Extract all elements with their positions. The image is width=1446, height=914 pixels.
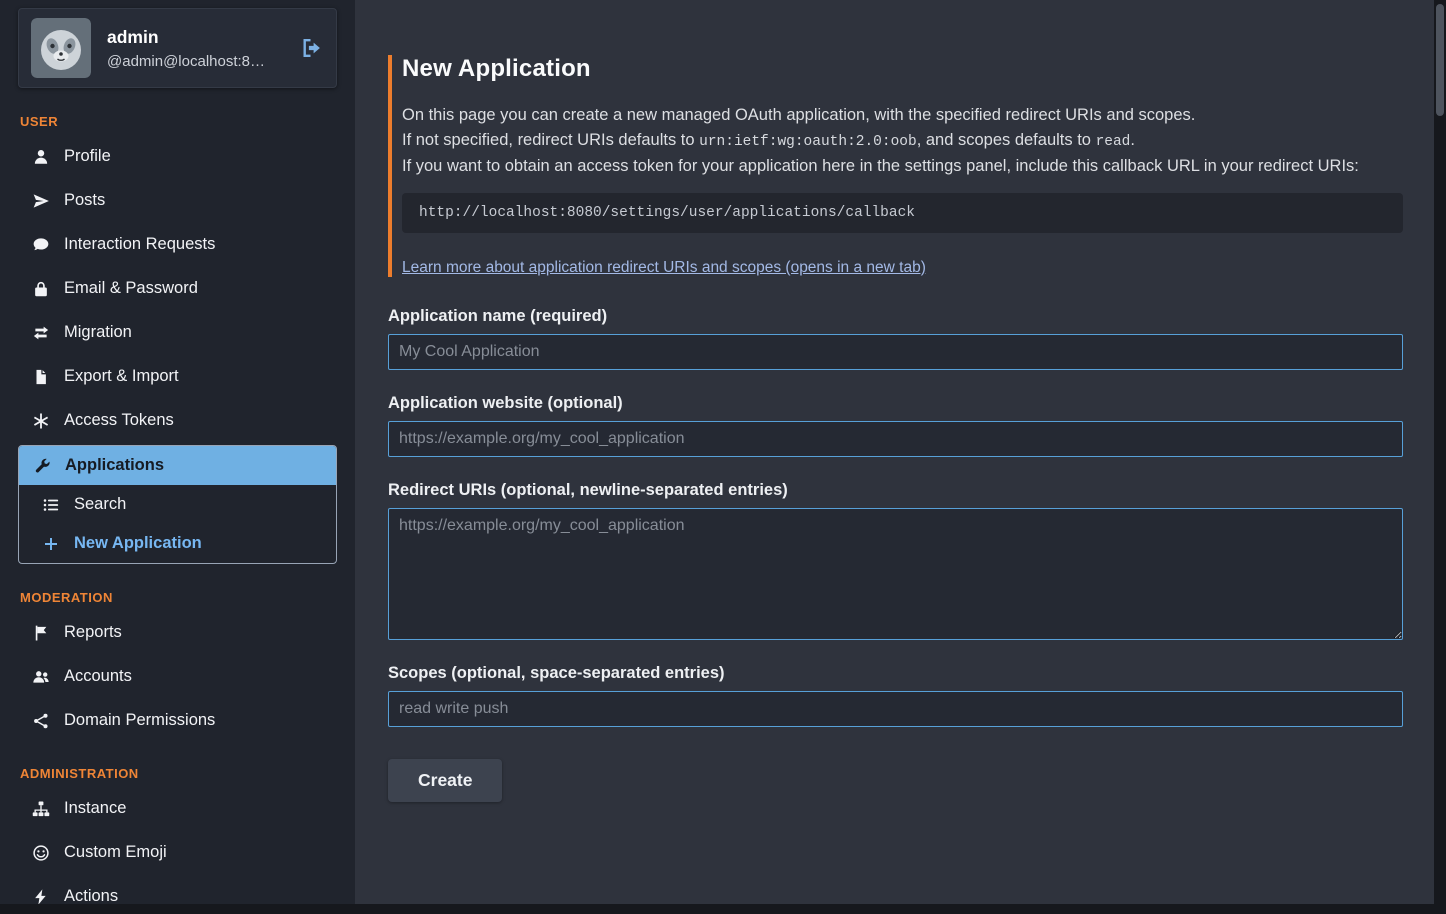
sidebar-item-label: Interaction Requests	[64, 235, 215, 254]
flag-icon	[31, 624, 51, 642]
sidebar: admin @admin@localhost:80… USER Profile …	[0, 0, 355, 914]
sidebar-item-label: Migration	[64, 323, 132, 342]
sitemap-icon	[31, 800, 51, 818]
horizontal-scrollbar-track	[0, 904, 1434, 914]
sidebar-item-migration[interactable]: Migration	[18, 313, 337, 352]
redirect-uris-textarea[interactable]	[388, 508, 1403, 640]
paper-plane-icon	[31, 192, 51, 210]
sidebar-item-export-import[interactable]: Export & Import	[18, 357, 337, 396]
intro-section: New Application On this page you can cre…	[388, 55, 1403, 277]
intro-line-3: If you want to obtain an access token fo…	[402, 154, 1403, 179]
logout-icon[interactable]	[300, 36, 324, 60]
vertical-scrollbar-thumb[interactable]	[1436, 4, 1444, 116]
users-icon	[31, 668, 51, 686]
sidebar-item-label: Instance	[64, 799, 126, 818]
create-button[interactable]: Create	[388, 759, 502, 802]
sidebar-item-search[interactable]: Search	[19, 485, 336, 524]
sidebar-item-email-password[interactable]: Email & Password	[18, 269, 337, 308]
page-title: New Application	[402, 55, 1403, 83]
inline-code-oob: urn:ietf:wg:oauth:2.0:oob	[699, 134, 917, 150]
smiley-icon	[31, 844, 51, 862]
application-website-input[interactable]	[388, 421, 1403, 457]
sidebar-item-profile[interactable]: Profile	[18, 137, 337, 176]
share-nodes-icon	[31, 712, 51, 730]
application-name-input[interactable]	[388, 334, 1403, 370]
intro-line-1: On this page you can create a new manage…	[402, 103, 1403, 128]
sidebar-item-label: Custom Emoji	[64, 843, 167, 862]
sidebar-item-applications[interactable]: Applications	[19, 446, 336, 485]
sidebar-item-label: New Application	[74, 534, 202, 553]
user-icon	[31, 148, 51, 166]
callback-url-code-block: http://localhost:8080/settings/user/appl…	[402, 193, 1403, 233]
sidebar-item-domain-permissions[interactable]: Domain Permissions	[18, 701, 337, 740]
user-handle: @admin@localhost:80…	[107, 53, 272, 70]
scopes-input[interactable]	[388, 691, 1403, 727]
application-website-label: Application website (optional)	[388, 394, 1403, 413]
intro-line-2: If not specified, redirect URIs defaults…	[402, 128, 1403, 155]
section-title-moderation: MODERATION	[20, 590, 337, 605]
sidebar-item-label: Domain Permissions	[64, 711, 215, 730]
sidebar-item-label: Accounts	[64, 667, 132, 686]
vertical-scrollbar-track	[1434, 0, 1446, 914]
application-name-label: Application name (required)	[388, 307, 1403, 326]
sidebar-item-interaction-requests[interactable]: Interaction Requests	[18, 225, 337, 264]
user-meta: admin @admin@localhost:80…	[107, 27, 272, 70]
sidebar-item-accounts[interactable]: Accounts	[18, 657, 337, 696]
new-application-form: Application name (required) Application …	[388, 307, 1403, 802]
asterisk-icon	[31, 412, 51, 430]
sidebar-item-label: Profile	[64, 147, 111, 166]
file-icon	[31, 368, 51, 386]
wrench-icon	[32, 457, 52, 475]
sidebar-item-label: Reports	[64, 623, 122, 642]
sidebar-item-access-tokens[interactable]: Access Tokens	[18, 401, 337, 440]
sidebar-item-reports[interactable]: Reports	[18, 613, 337, 652]
inline-code-read: read	[1096, 134, 1131, 150]
scopes-label: Scopes (optional, space-separated entrie…	[388, 664, 1403, 683]
comment-icon	[31, 236, 51, 254]
sidebar-item-label: Access Tokens	[64, 411, 174, 430]
transfer-arrows-icon	[31, 324, 51, 342]
plus-icon	[41, 535, 61, 553]
section-title-user: USER	[20, 114, 337, 129]
avatar	[31, 18, 91, 78]
list-icon	[41, 496, 61, 514]
sidebar-item-label: Posts	[64, 191, 105, 210]
sidebar-item-new-application[interactable]: New Application	[19, 524, 336, 563]
learn-more-link[interactable]: Learn more about application redirect UR…	[402, 259, 926, 277]
settings-panel: admin @admin@localhost:80… USER Profile …	[0, 0, 1446, 914]
user-card: admin @admin@localhost:80…	[18, 8, 337, 88]
lock-icon	[31, 280, 51, 298]
section-title-administration: ADMINISTRATION	[20, 766, 337, 781]
sidebar-item-posts[interactable]: Posts	[18, 181, 337, 220]
bolt-icon	[31, 888, 51, 906]
sidebar-item-label: Search	[74, 495, 126, 514]
applications-group: Applications Search New Application	[18, 445, 337, 564]
sidebar-item-label: Export & Import	[64, 367, 179, 386]
sidebar-item-custom-emoji[interactable]: Custom Emoji	[18, 833, 337, 872]
sidebar-item-instance[interactable]: Instance	[18, 789, 337, 828]
user-name: admin	[107, 27, 272, 48]
sidebar-item-label: Email & Password	[64, 279, 198, 298]
callback-url: http://localhost:8080/settings/user/appl…	[419, 205, 915, 221]
sidebar-item-label: Applications	[65, 456, 164, 475]
redirect-uris-label: Redirect URIs (optional, newline-separat…	[388, 481, 1403, 500]
main-content: New Application On this page you can cre…	[355, 0, 1446, 914]
